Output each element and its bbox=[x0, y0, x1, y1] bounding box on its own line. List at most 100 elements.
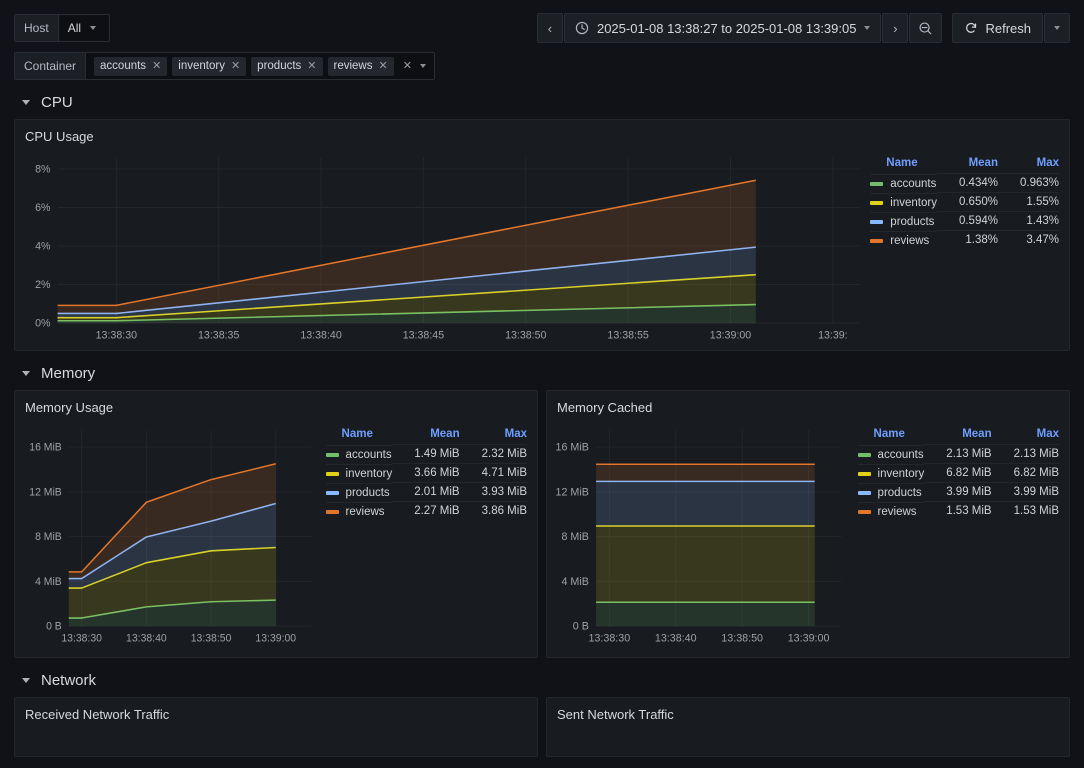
chevron-down-icon bbox=[90, 26, 97, 30]
time-range-picker[interactable]: 2025-01-08 13:38:27 to 2025-01-08 13:39:… bbox=[563, 13, 882, 43]
legend-row[interactable]: products 2.01 MiB 3.93 MiB bbox=[325, 482, 527, 502]
legend-row[interactable]: products 0.594% 1.43% bbox=[870, 211, 1059, 231]
y-axis-tick-label: 12 MiB bbox=[556, 486, 589, 498]
legend-row[interactable]: reviews 1.53 MiB 1.53 MiB bbox=[857, 501, 1059, 521]
refresh-label: Refresh bbox=[985, 20, 1031, 36]
legend-row[interactable]: reviews 1.38% 3.47% bbox=[870, 230, 1059, 250]
legend-col-max[interactable]: Max bbox=[998, 155, 1059, 174]
legend-row[interactable]: accounts 0.434% 0.963% bbox=[870, 173, 1059, 193]
close-icon[interactable]: ✕ bbox=[231, 60, 240, 72]
legend-mean-value: 3.99 MiB bbox=[924, 482, 992, 502]
legend-table: Name Mean Max accounts 1.49 MiB 2.32 MiB in… bbox=[325, 426, 527, 521]
legend-color-swatch bbox=[325, 452, 339, 457]
zoom-out-icon bbox=[919, 21, 932, 34]
legend-col-mean[interactable]: Mean bbox=[937, 155, 998, 174]
legend-col-name[interactable]: Name bbox=[326, 426, 393, 445]
legend-row[interactable]: reviews 2.27 MiB 3.86 MiB bbox=[325, 501, 527, 521]
legend-series-name-cell[interactable]: products bbox=[870, 211, 937, 231]
legend-series-label: reviews bbox=[345, 505, 385, 518]
x-axis-tick-label: 13:39: bbox=[818, 330, 848, 342]
legend-color-swatch bbox=[870, 181, 884, 186]
host-variable-label: Host bbox=[15, 15, 59, 41]
legend-row[interactable]: products 3.99 MiB 3.99 MiB bbox=[857, 482, 1059, 502]
time-shift-back-button[interactable]: ‹ bbox=[536, 13, 563, 43]
refresh-button[interactable]: Refresh bbox=[952, 13, 1043, 43]
legend-row[interactable]: inventory 0.650% 1.55% bbox=[870, 192, 1059, 212]
host-variable-value[interactable]: All bbox=[58, 15, 109, 41]
panel-cpu-usage: CPU Usage 0% 2% 4% 6% 8% 13:38:30 13:38:35 13:3… bbox=[14, 119, 1070, 351]
legend-row[interactable]: inventory 3.66 MiB 4.71 MiB bbox=[325, 463, 527, 483]
legend-series-name-cell[interactable]: reviews bbox=[870, 230, 937, 250]
section-header-cpu[interactable]: CPU bbox=[0, 80, 1084, 119]
legend-max-value: 0.963% bbox=[997, 173, 1059, 193]
legend-series-label: inventory bbox=[890, 196, 937, 209]
legend-col-mean[interactable]: Mean bbox=[392, 426, 459, 445]
container-chip[interactable]: reviews ✕ bbox=[327, 56, 394, 76]
section-header-network[interactable]: Network bbox=[0, 658, 1084, 697]
chevron-down-icon[interactable] bbox=[419, 64, 426, 68]
close-icon[interactable]: ✕ bbox=[378, 60, 387, 72]
legend-col-mean[interactable]: Mean bbox=[924, 426, 991, 445]
series-area-accounts bbox=[596, 602, 815, 627]
chart-cpu-usage[interactable]: 0% 2% 4% 6% 8% 13:38:30 13:38:35 13:38:40 13:38:… bbox=[15, 147, 866, 350]
refresh-icon bbox=[966, 22, 977, 33]
clear-all-icon[interactable]: ✕ bbox=[403, 60, 412, 72]
section-title-cpu: CPU bbox=[41, 94, 73, 111]
x-axis-tick-label: 13:39:00 bbox=[710, 330, 751, 342]
x-axis-tick-label: 13:38:30 bbox=[61, 632, 102, 644]
legend-col-name[interactable]: Name bbox=[858, 426, 925, 445]
legend-series-name-cell[interactable]: accounts bbox=[325, 444, 393, 464]
legend-header-row: Name Mean Max bbox=[870, 155, 1059, 174]
time-shift-forward-button[interactable]: › bbox=[882, 13, 909, 43]
legend-mean-value: 1.53 MiB bbox=[924, 501, 992, 521]
legend-memory-cached: Name Mean Max accounts 2.13 MiB 2.13 MiB in… bbox=[854, 418, 1069, 525]
legend-row[interactable]: accounts 1.49 MiB 2.32 MiB bbox=[325, 444, 527, 464]
container-chip[interactable]: accounts ✕ bbox=[94, 56, 168, 76]
legend-max-value: 3.99 MiB bbox=[991, 482, 1059, 502]
y-axis-tick-label: 0 B bbox=[46, 621, 62, 633]
legend-series-name-cell[interactable]: inventory bbox=[857, 463, 925, 483]
legend-series-name-cell[interactable]: reviews bbox=[857, 501, 925, 521]
legend-series-name-cell[interactable]: reviews bbox=[325, 501, 393, 521]
zoom-out-time-button[interactable] bbox=[909, 13, 943, 43]
series-area-reviews bbox=[596, 464, 815, 482]
legend-series-label: accounts bbox=[345, 448, 392, 461]
legend-series-label: reviews bbox=[890, 234, 930, 247]
time-range-text: 2025-01-08 13:38:27 to 2025-01-08 13:39:… bbox=[596, 20, 857, 36]
legend-series-name-cell[interactable]: inventory bbox=[870, 192, 937, 212]
legend-series-label: inventory bbox=[877, 467, 925, 480]
legend-col-max[interactable]: Max bbox=[992, 426, 1059, 445]
legend-series-name-cell[interactable]: products bbox=[857, 482, 925, 502]
legend-series-name-cell[interactable]: accounts bbox=[857, 444, 925, 464]
close-icon[interactable]: ✕ bbox=[307, 60, 316, 72]
x-axis-tick-label: 13:38:50 bbox=[721, 633, 763, 645]
legend-row[interactable]: accounts 2.13 MiB 2.13 MiB bbox=[857, 444, 1059, 464]
section-header-memory[interactable]: Memory bbox=[0, 351, 1084, 390]
legend-max-value: 4.71 MiB bbox=[459, 463, 527, 483]
refresh-interval-dropdown[interactable] bbox=[1044, 13, 1070, 43]
legend-row[interactable]: inventory 6.82 MiB 6.82 MiB bbox=[857, 463, 1059, 483]
close-icon[interactable]: ✕ bbox=[152, 60, 161, 72]
y-axis-tick-label: 8 MiB bbox=[561, 531, 588, 543]
x-axis-tick-label: 13:38:50 bbox=[505, 330, 546, 342]
legend-series-name-cell[interactable]: products bbox=[325, 482, 393, 502]
y-axis-tick-label: 0 B bbox=[573, 621, 589, 633]
legend-col-max[interactable]: Max bbox=[460, 426, 527, 445]
legend-max-value: 1.55% bbox=[997, 192, 1059, 212]
y-axis-tick-label: 4 MiB bbox=[35, 576, 62, 588]
legend-max-value: 6.82 MiB bbox=[991, 463, 1059, 483]
legend-series-name-cell[interactable]: inventory bbox=[325, 463, 393, 483]
chart-memory-cached[interactable]: 0 B 4 MiB 8 MiB 12 MiB 16 MiB 13:38:30 13:38:4… bbox=[547, 418, 854, 657]
legend-col-name[interactable]: Name bbox=[870, 155, 937, 174]
section-title-memory: Memory bbox=[41, 365, 96, 382]
container-chip-list[interactable]: accounts ✕ inventory ✕ products ✕ review… bbox=[86, 53, 434, 79]
panel-received-network-traffic: Received Network Traffic bbox=[14, 697, 538, 757]
container-variable-picker[interactable]: Container accounts ✕ inventory ✕ product… bbox=[14, 52, 435, 80]
host-variable-picker[interactable]: Host All bbox=[14, 14, 110, 42]
legend-series-label: products bbox=[877, 486, 922, 499]
legend-series-name-cell[interactable]: accounts bbox=[870, 173, 937, 193]
chart-memory-usage[interactable]: 0 B 4 MiB 8 MiB 12 MiB 16 MiB 13:38:30 13:38:4… bbox=[15, 418, 322, 657]
container-chip[interactable]: products ✕ bbox=[251, 56, 323, 76]
container-chip[interactable]: inventory ✕ bbox=[172, 56, 247, 76]
container-chip-actions: ✕ bbox=[403, 60, 426, 72]
